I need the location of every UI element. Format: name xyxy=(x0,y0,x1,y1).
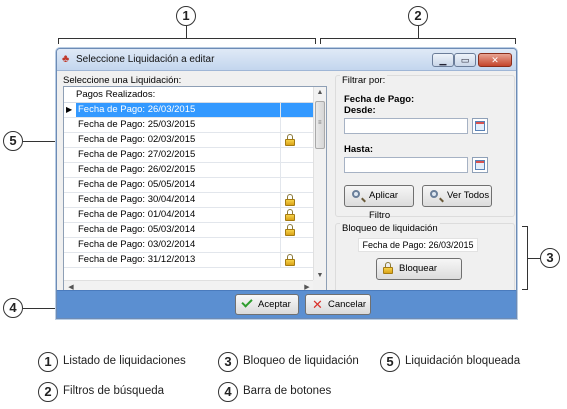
list-item[interactable]: Fecha de Pago: 25/03/2015 xyxy=(64,118,314,133)
scroll-thumb[interactable]: ≡ xyxy=(315,101,325,149)
close-button[interactable]: ✕ xyxy=(478,53,512,67)
hasta-input[interactable] xyxy=(344,157,468,173)
list-item-date: Fecha de Pago: 02/03/2015 xyxy=(78,134,196,145)
callout-3-stem xyxy=(528,258,540,259)
list-header: Pagos Realizados: xyxy=(64,87,314,103)
maximize-icon: ▭ xyxy=(460,55,470,65)
list-item-date: Fecha de Pago: 25/03/2015 xyxy=(78,119,196,130)
lock-status-cell xyxy=(280,118,314,132)
list-item-date: Fecha de Pago: 27/02/2015 xyxy=(78,149,196,160)
scroll-down-icon[interactable]: ▼ xyxy=(314,272,326,279)
lock-icon xyxy=(285,194,295,206)
apply-filter-button[interactable]: Aplicar Filtro xyxy=(344,185,414,221)
lock-icon xyxy=(285,209,295,221)
minimize-button[interactable]: ▁ xyxy=(432,53,454,67)
callout-5: 5 xyxy=(3,131,23,151)
desde-calendar-button[interactable] xyxy=(472,118,488,134)
desde-label: Desde: xyxy=(344,105,376,116)
list-label: Seleccione una Liquidación: xyxy=(63,75,182,86)
close-icon: ✕ xyxy=(491,55,499,65)
list-item[interactable]: Fecha de Pago: 03/02/2014 xyxy=(64,238,314,253)
lock-button[interactable]: Bloquear xyxy=(376,258,462,280)
list-item-date: Fecha de Pago: 26/03/2015 xyxy=(76,103,280,117)
lock-button-label: Bloquear xyxy=(399,263,438,274)
search-icon xyxy=(352,190,360,198)
lock-icon xyxy=(285,134,295,146)
list-item-date: Fecha de Pago: 05/03/2014 xyxy=(78,224,196,235)
callout-4: 4 xyxy=(3,298,23,318)
calendar-icon xyxy=(475,121,485,131)
list-item[interactable]: Fecha de Pago: 02/03/2015 xyxy=(64,133,314,148)
view-all-label: Ver Todos xyxy=(447,190,490,201)
callout-2-stem xyxy=(418,26,419,38)
lock-status-cell xyxy=(280,103,314,117)
list-item[interactable]: Fecha de Pago: 27/02/2015 xyxy=(64,148,314,163)
list-item[interactable]: Fecha de Pago: 01/04/2014 xyxy=(64,208,314,223)
lock-status-cell xyxy=(280,223,314,237)
hasta-calendar-button[interactable] xyxy=(472,157,488,173)
list-item[interactable]: Fecha de Pago: 05/03/2014 xyxy=(64,223,314,238)
desde-input[interactable] xyxy=(344,118,468,134)
filter-title: Filtrar por: xyxy=(340,75,388,86)
minimize-icon: ▁ xyxy=(439,55,447,65)
liquidaciones-list[interactable]: Pagos Realizados: ▶ Fecha de Pago: 26/03/… xyxy=(63,86,327,294)
view-all-button[interactable]: Ver Todos xyxy=(422,185,492,207)
search-icon xyxy=(430,190,438,198)
filter-panel: Filtrar por: Fecha de Pago: Desde: Hasta… xyxy=(335,75,515,221)
callout-2: 2 xyxy=(408,6,428,26)
bracket-filters xyxy=(320,38,516,44)
cancel-button[interactable]: ✕ Cancelar xyxy=(305,294,371,315)
accept-button[interactable]: Aceptar xyxy=(235,294,299,315)
list-item-date: Fecha de Pago: 30/04/2014 xyxy=(78,194,196,205)
accept-label: Aceptar xyxy=(258,299,291,310)
lock-icon xyxy=(383,262,393,274)
lock-status-cell xyxy=(280,193,314,207)
lock-status-cell xyxy=(280,238,314,252)
bracket-list xyxy=(58,38,316,44)
row-selector-icon: ▶ xyxy=(66,105,73,114)
cancel-icon: ✕ xyxy=(312,297,323,312)
list-item-date: Fecha de Pago: 03/02/2014 xyxy=(78,239,196,250)
check-icon xyxy=(241,296,253,308)
list-item[interactable]: Fecha de Pago: 31/12/2013 xyxy=(64,253,314,268)
apply-filter-label: Aplicar Filtro xyxy=(369,190,399,221)
callout-4-stem xyxy=(23,308,57,309)
list-item-date: Fecha de Pago: 01/04/2014 xyxy=(78,209,196,220)
list-item-date: Fecha de Pago: 26/02/2015 xyxy=(78,164,196,175)
lock-status-cell xyxy=(280,133,314,147)
callout-1: 1 xyxy=(176,6,196,26)
bloqueo-title: Bloqueo de liquidación xyxy=(340,223,440,234)
list-rows: ▶ Fecha de Pago: 26/03/2015 Fecha de Pago:… xyxy=(64,103,314,268)
liquidacion-dialog: ♣ Seleccione Liquidación a editar ▁ ▭ ✕ … xyxy=(56,48,517,319)
maximize-button[interactable]: ▭ xyxy=(454,53,476,67)
list-item-date: Fecha de Pago: 31/12/2013 xyxy=(78,254,196,265)
window-title: Seleccione Liquidación a editar xyxy=(76,54,215,65)
callout-3: 3 xyxy=(540,248,560,268)
button-bar: Aceptar ✕ Cancelar xyxy=(57,290,516,318)
hasta-label: Hasta: xyxy=(344,144,374,155)
bloqueo-selected-value: Fecha de Pago: 26/03/2015 xyxy=(358,238,478,252)
lock-status-cell xyxy=(280,178,314,192)
bloqueo-panel: Bloqueo de liquidación Fecha de Pago: 26… xyxy=(335,223,515,294)
lock-status-cell xyxy=(280,253,314,267)
callout-1-stem xyxy=(186,26,187,38)
dialog-body: Seleccione una Liquidación: Pagos Realiz… xyxy=(61,73,515,318)
list-item[interactable]: Fecha de Pago: 30/04/2014 xyxy=(64,193,314,208)
lock-icon xyxy=(285,254,295,266)
lock-icon xyxy=(285,224,295,236)
lock-status-cell xyxy=(280,163,314,177)
list-item[interactable]: Fecha de Pago: 05/05/2014 xyxy=(64,178,314,193)
cancel-label: Cancelar xyxy=(328,299,367,310)
vertical-scrollbar[interactable]: ▲ ≡ ▼ xyxy=(313,87,326,281)
list-item-date: Fecha de Pago: 05/05/2014 xyxy=(78,179,196,190)
lock-status-cell xyxy=(280,148,314,162)
calendar-icon xyxy=(475,160,485,170)
lock-status-cell xyxy=(280,208,314,222)
app-icon: ♣ xyxy=(62,53,70,65)
fecha-label: Fecha de Pago: xyxy=(344,94,415,105)
title-bar[interactable]: ♣ Seleccione Liquidación a editar ▁ ▭ ✕ xyxy=(57,49,516,71)
list-item[interactable]: Fecha de Pago: 26/02/2015 xyxy=(64,163,314,178)
list-item[interactable]: ▶ Fecha de Pago: 26/03/2015 xyxy=(64,103,314,118)
scroll-up-icon[interactable]: ▲ xyxy=(314,89,326,96)
